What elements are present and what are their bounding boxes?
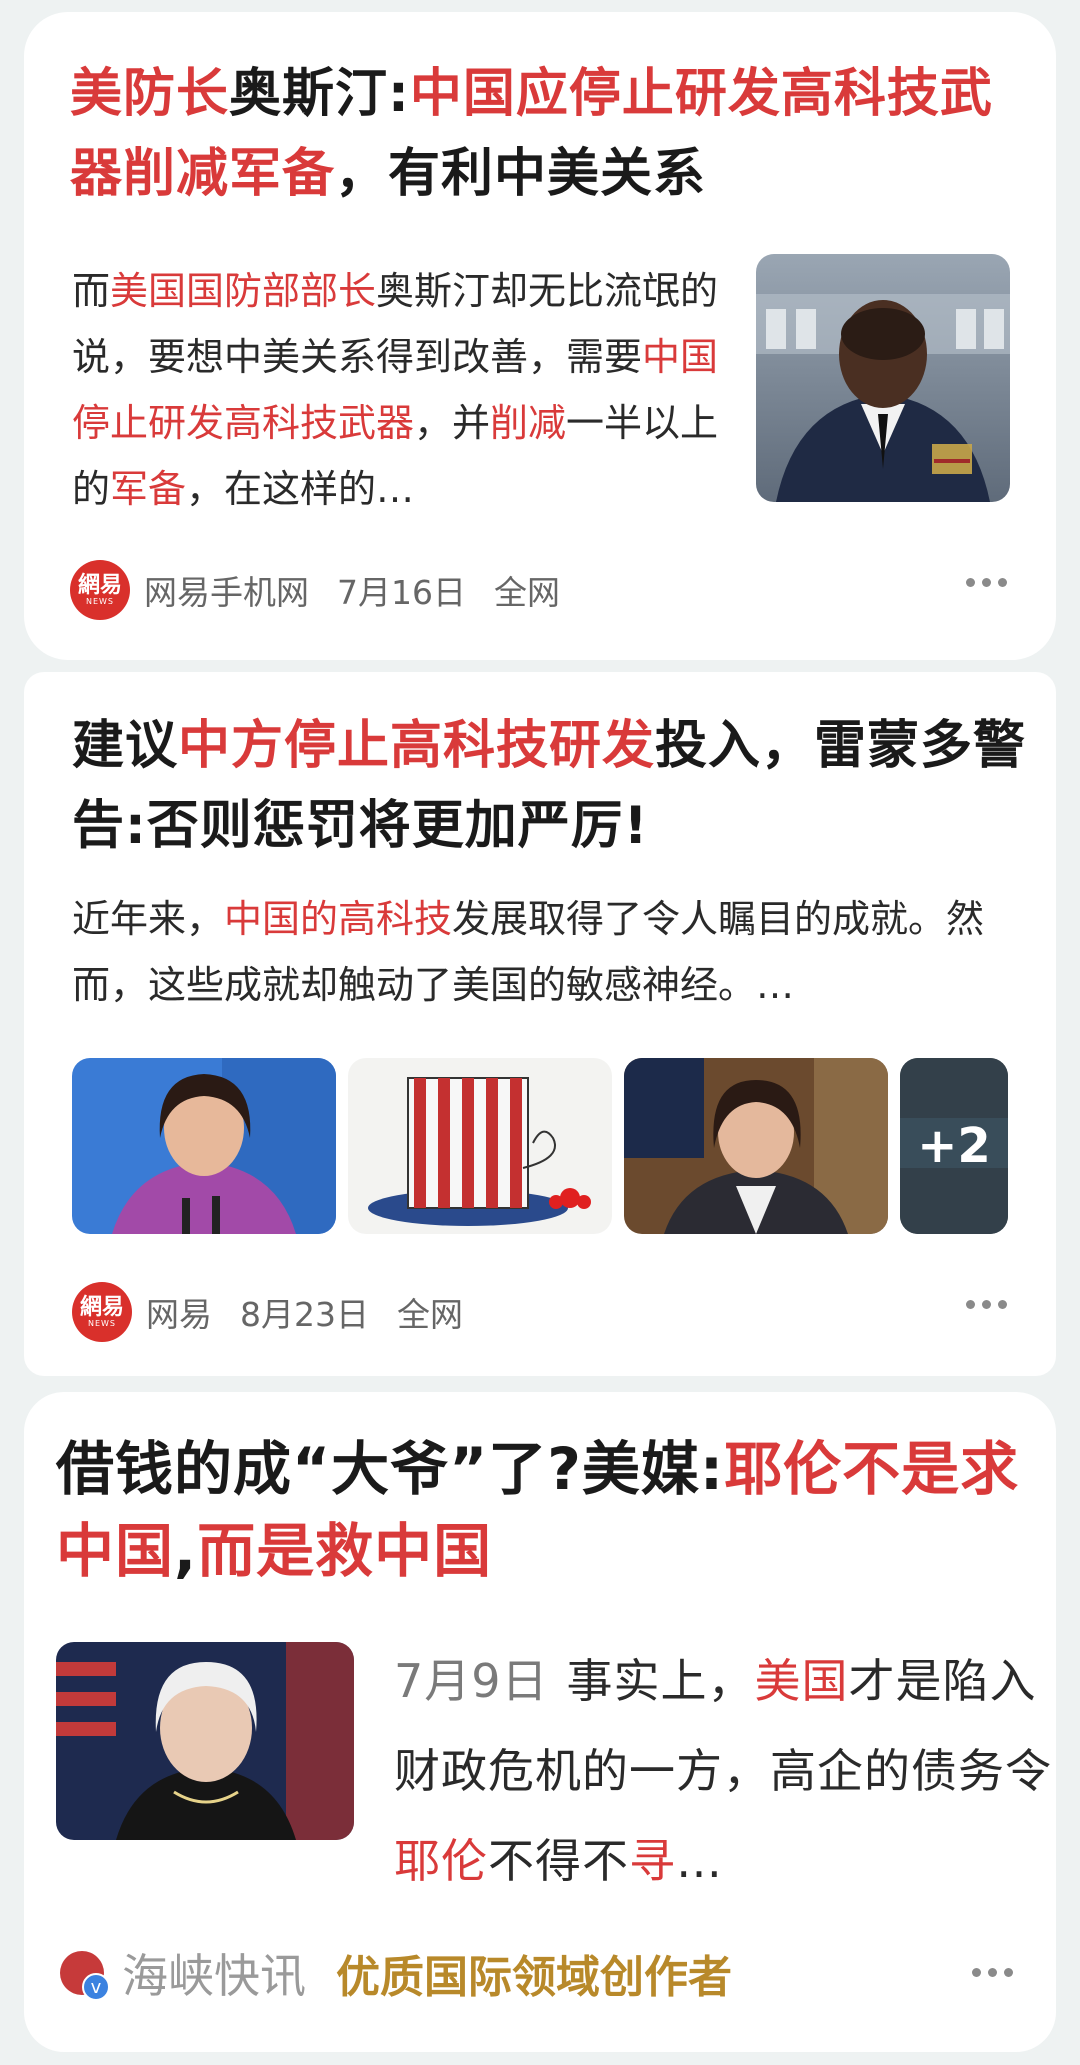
- news-image-2[interactable]: [348, 1058, 612, 1234]
- news-date: 7月9日: [394, 1654, 549, 1708]
- news-title-2[interactable]: 建议中方停止高科技研发投入，雷蒙多警告:否则惩罚将更加严厉!: [72, 706, 1032, 866]
- news-title-3[interactable]: 借钱的成“大爷”了?美媒:耶伦不是求中国,而是救中国: [56, 1428, 1036, 1592]
- news-meta-3: v 海峡快讯 优质国际领域创作者: [60, 1940, 732, 2006]
- news-scope: 全网: [397, 1295, 463, 1334]
- news-summary-1: 而美国国防部部长奥斯汀却无比流氓的说，要想中美关系得到改善，需要中国停止研发高科…: [72, 269, 719, 511]
- news-thumbnail-3[interactable]: [56, 1642, 354, 1840]
- netease-logo-icon: 網易 NEWS: [70, 560, 130, 620]
- news-scope: 全网: [494, 573, 560, 612]
- more-options-icon[interactable]: [972, 1968, 1013, 1977]
- author-name[interactable]: 海峡快讯: [122, 1940, 306, 2006]
- netease-logo-icon: 網易 NEWS: [72, 1282, 132, 1342]
- news-date: 8月23日: [240, 1295, 369, 1334]
- news-thumbnail-1[interactable]: [756, 254, 1010, 502]
- news-meta-2: 網易 NEWS 网易 8月23日 全网: [72, 1282, 463, 1342]
- news-image-3[interactable]: [624, 1058, 888, 1234]
- more-images-button[interactable]: +2: [900, 1058, 1008, 1234]
- news-meta-1: 網易 NEWS 网易手机网 7月16日 全网: [70, 560, 560, 620]
- news-source[interactable]: 网易: [146, 1288, 212, 1336]
- news-summary-3: 7月9日 事实上，美国才是陷入财政危机的一方，高企的债务令耶伦不得不寻…: [394, 1654, 1052, 1888]
- news-summary-2: 近年来，中国的高科技发展取得了令人瞩目的成就。然而，这些成就却触动了美国的敏感神…: [72, 897, 985, 1007]
- news-card-1[interactable]: 美防长奥斯汀:中国应停止研发高科技武器削减军备，有利中美关系 而美国国防部部长奥…: [24, 12, 1056, 660]
- news-title-1[interactable]: 美防长奥斯汀:中国应停止研发高科技武器削减军备，有利中美关系: [70, 54, 1040, 214]
- news-card-2[interactable]: 建议中方停止高科技研发投入，雷蒙多警告:否则惩罚将更加严厉! 近年来，中国的高科…: [24, 672, 1056, 1376]
- more-options-icon[interactable]: [966, 1300, 1007, 1309]
- more-images-count: +2: [917, 1118, 991, 1174]
- author-avatar[interactable]: v: [60, 1951, 110, 2001]
- more-options-icon[interactable]: [966, 578, 1007, 587]
- portrait-image: [56, 1642, 354, 1840]
- news-source[interactable]: 网易手机网: [144, 566, 309, 614]
- news-card-3[interactable]: 借钱的成“大爷”了?美媒:耶伦不是求中国,而是救中国 7月9日 事实上，美国才是陷…: [24, 1392, 1056, 2052]
- news-date: 7月16日: [337, 573, 466, 612]
- portrait-image: [756, 254, 1010, 502]
- news-image-1[interactable]: [72, 1058, 336, 1234]
- author-badge: 优质国际领域创作者: [336, 1952, 732, 2003]
- verified-badge-icon: v: [82, 1973, 110, 2001]
